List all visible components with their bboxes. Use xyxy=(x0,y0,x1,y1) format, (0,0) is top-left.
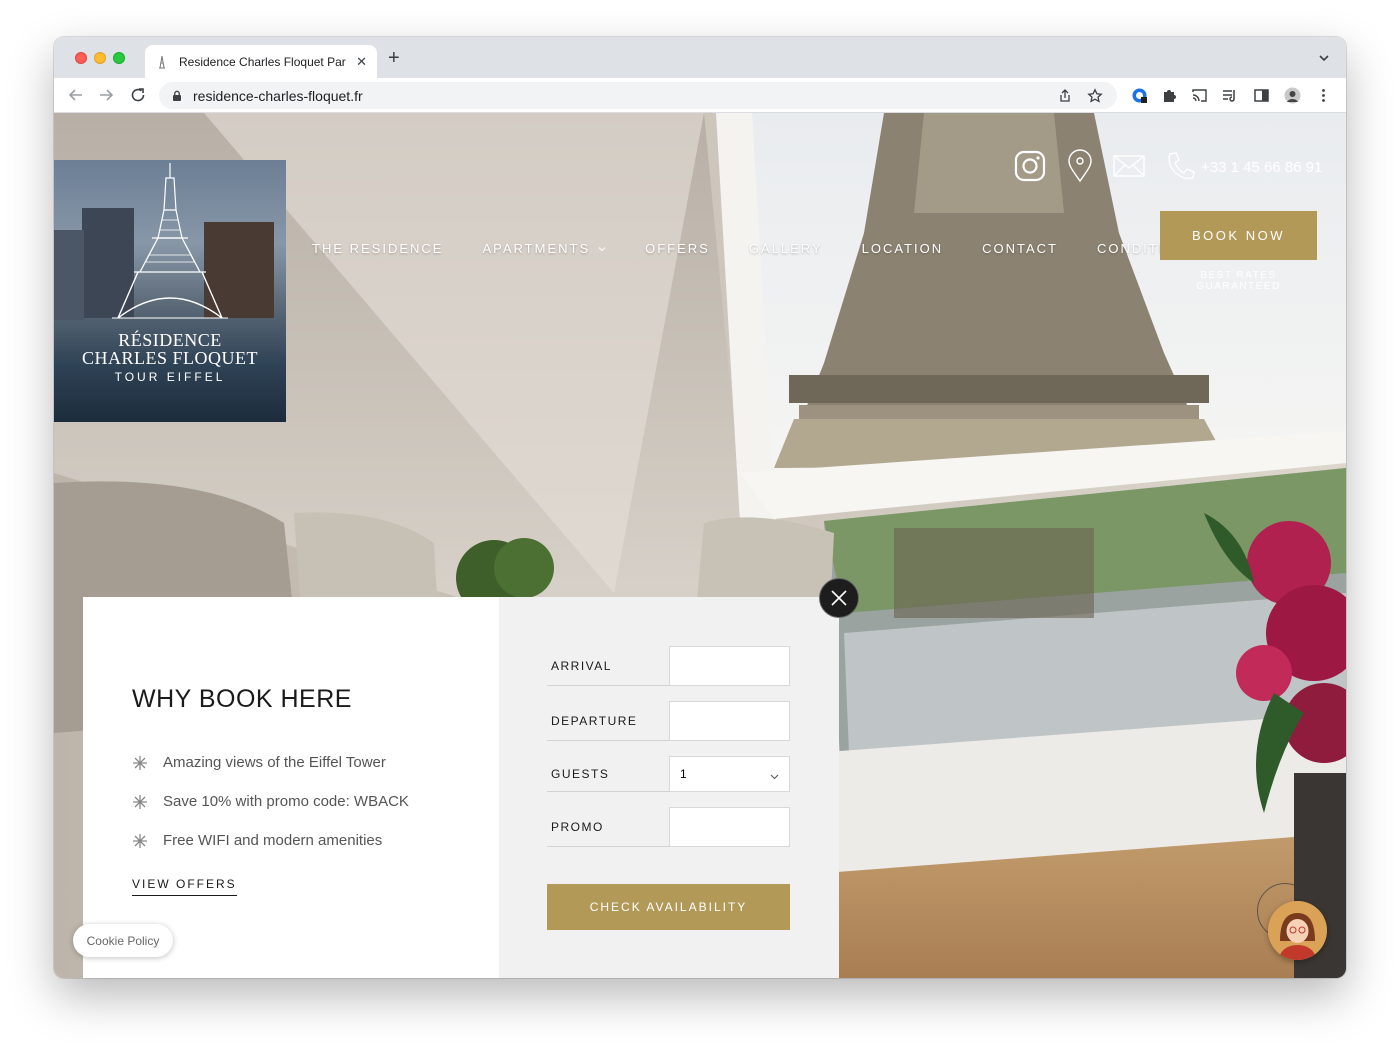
tab-favicon-icon xyxy=(159,55,165,68)
main-nav: THE RESIDENCE APARTMENTS OFFERS GALLERY … xyxy=(312,241,1238,256)
guests-label: GUESTS xyxy=(551,767,610,781)
logo-line-2: CHARLES FLOQUET xyxy=(81,348,258,368)
list-item: Free WIFI and modern amenities xyxy=(132,821,409,860)
guests-select[interactable]: 1 xyxy=(669,756,790,792)
profile-icon[interactable] xyxy=(1284,87,1301,104)
plus-icon[interactable]: + xyxy=(388,47,400,70)
guests-value: 1 xyxy=(680,767,687,781)
lock-icon xyxy=(173,90,181,101)
why-book-title: WHY BOOK HERE xyxy=(132,685,352,713)
browser-toolbar: residence-charles-floquet.fr xyxy=(54,78,1346,113)
promo-field[interactable] xyxy=(669,807,790,847)
forward-icon[interactable] xyxy=(96,85,116,105)
extension-icon[interactable] xyxy=(1131,87,1148,104)
arrival-label: ARRIVAL xyxy=(551,659,612,673)
close-icon[interactable]: ✕ xyxy=(356,54,367,70)
best-rates-tagline: BEST RATES GUARANTEED xyxy=(1196,270,1281,292)
back-icon[interactable] xyxy=(66,85,86,105)
arrival-row: ARRIVAL xyxy=(547,646,790,686)
nav-item-location[interactable]: LOCATION xyxy=(862,241,944,256)
departure-row: DEPARTURE xyxy=(547,701,790,741)
booking-form: ARRIVAL DEPARTURE GUESTS 1 PROMO CHECK A… xyxy=(499,597,839,978)
chat-assistant-avatar[interactable] xyxy=(1268,901,1327,960)
arrival-field[interactable] xyxy=(669,646,790,686)
chevron-down-icon xyxy=(770,774,779,780)
chevron-down-icon xyxy=(598,246,606,251)
browser-window: Residence Charles Floquet Par ✕ + reside… xyxy=(54,37,1346,978)
cookie-policy-button[interactable]: Cookie Policy xyxy=(73,924,173,957)
view-offers-link[interactable]: VIEW OFFERS xyxy=(132,877,237,896)
close-window-button[interactable] xyxy=(75,52,87,64)
more-icon[interactable] xyxy=(1315,87,1332,104)
nav-item-the-residence[interactable]: THE RESIDENCE xyxy=(312,241,443,256)
instagram-icon[interactable] xyxy=(1013,149,1047,183)
guests-row: GUESTS 1 xyxy=(547,756,790,792)
location-pin-icon[interactable] xyxy=(1063,149,1097,183)
book-now-button[interactable]: BOOK NOW xyxy=(1160,211,1317,260)
address-bar[interactable]: residence-charles-floquet.fr xyxy=(159,82,1117,109)
logo-line-3: TOUR EIFFEL xyxy=(114,370,226,384)
chevron-down-icon[interactable] xyxy=(1318,52,1330,64)
web-page: RÉSIDENCE CHARLES FLOQUET TOUR EIFFEL +3… xyxy=(54,113,1346,978)
nav-item-offers[interactable]: OFFERS xyxy=(645,241,710,256)
tab-title: Residence Charles Floquet Par xyxy=(179,54,346,69)
minimize-window-button[interactable] xyxy=(94,52,106,64)
list-item: Save 10% with promo code: WBACK xyxy=(132,782,409,821)
logo[interactable]: RÉSIDENCE CHARLES FLOQUET TOUR EIFFEL xyxy=(54,160,286,422)
maximize-window-button[interactable] xyxy=(113,52,125,64)
benefit-text: Free WIFI and modern amenities xyxy=(163,832,383,849)
benefit-text: Save 10% with promo code: WBACK xyxy=(163,793,409,810)
nav-item-apartments[interactable]: APARTMENTS xyxy=(482,241,606,256)
asterisk-icon xyxy=(133,794,147,809)
nav-item-label: OFFERS xyxy=(645,241,710,256)
promo-row: PROMO xyxy=(547,807,790,847)
bookmark-star-icon[interactable] xyxy=(1087,87,1103,104)
nav-item-label: APARTMENTS xyxy=(482,241,591,256)
nav-item-gallery[interactable]: GALLERY xyxy=(749,241,823,256)
media-icon[interactable] xyxy=(1221,87,1238,104)
check-availability-button[interactable]: CHECK AVAILABILITY xyxy=(547,884,790,930)
sidebar-icon[interactable] xyxy=(1253,87,1270,104)
benefits-list: Amazing views of the Eiffel Tower Save 1… xyxy=(132,743,409,860)
close-icon xyxy=(831,590,847,606)
tab-bar: Residence Charles Floquet Par ✕ + xyxy=(54,37,1346,78)
close-booking-button[interactable] xyxy=(819,578,859,618)
assistant-avatar-icon xyxy=(1268,901,1327,960)
phone-number-link[interactable]: +33 1 45 66 86 91 xyxy=(1201,159,1322,176)
asterisk-icon xyxy=(133,833,147,848)
nav-item-label: THE RESIDENCE xyxy=(312,241,444,256)
nav-item-label: CONTACT xyxy=(982,241,1058,256)
nav-item-label: GALLERY xyxy=(748,241,823,256)
nav-item-label: LOCATION xyxy=(861,241,944,256)
cast-icon[interactable] xyxy=(1191,87,1208,104)
url-text: residence-charles-floquet.fr xyxy=(193,87,363,104)
phone-icon[interactable] xyxy=(1164,149,1198,183)
active-tab[interactable]: Residence Charles Floquet Par ✕ xyxy=(145,45,377,78)
mail-icon[interactable] xyxy=(1112,149,1146,183)
asterisk-icon xyxy=(133,755,147,770)
departure-field[interactable] xyxy=(669,701,790,741)
departure-label: DEPARTURE xyxy=(551,714,638,728)
nav-item-contact[interactable]: CONTACT xyxy=(982,241,1058,256)
share-icon[interactable] xyxy=(1057,88,1073,104)
promo-label: PROMO xyxy=(551,820,604,834)
benefit-text: Amazing views of the Eiffel Tower xyxy=(163,754,386,771)
puzzle-icon[interactable] xyxy=(1161,87,1178,104)
reload-icon[interactable] xyxy=(128,85,148,105)
list-item: Amazing views of the Eiffel Tower xyxy=(132,743,409,782)
why-book-panel: WHY BOOK HERE Amazing views of the Eiffe… xyxy=(83,597,499,978)
